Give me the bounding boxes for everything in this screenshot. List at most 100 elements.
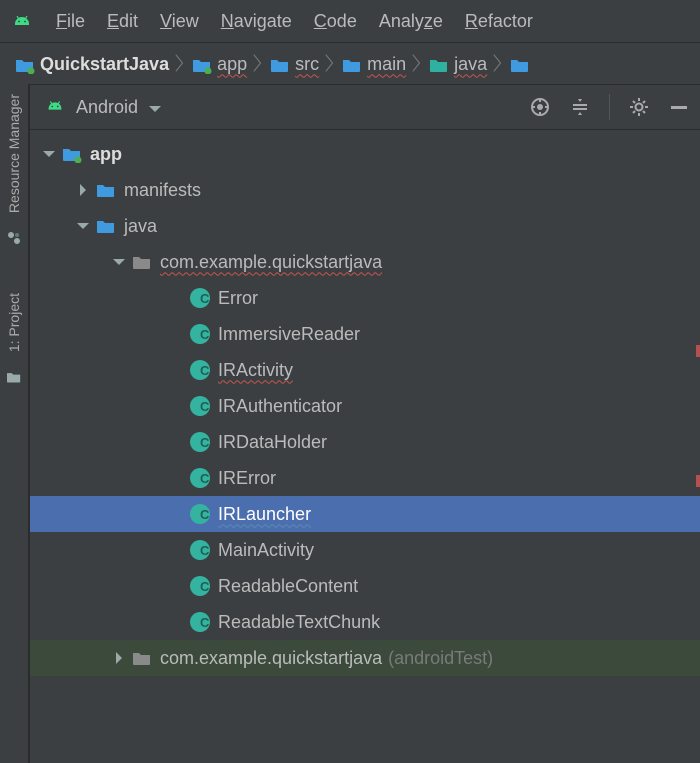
node-icon: C [190, 324, 210, 344]
gear-icon[interactable] [628, 96, 650, 118]
breadcrumb-item[interactable]: java [428, 54, 487, 75]
chevron-down-icon[interactable] [110, 253, 128, 271]
chevron-right-icon [412, 52, 422, 76]
error-stripe-mark[interactable] [696, 345, 700, 357]
class-icon: C [190, 432, 210, 452]
chevron-down-icon[interactable] [40, 145, 58, 163]
chevron-right-icon [493, 52, 503, 76]
menu-analyze[interactable]: Analyze [379, 11, 443, 32]
tool-window-resource-manager[interactable]: Resource Manager [6, 94, 22, 213]
node-icon: C [190, 504, 210, 524]
breadcrumb-item[interactable] [509, 56, 529, 72]
class-icon: C [190, 540, 210, 560]
menu-file[interactable]: File [56, 11, 85, 32]
breadcrumb-label: java [454, 54, 487, 75]
tree-node-class[interactable]: C IRDataHolder [30, 424, 700, 460]
node-icon: C [190, 360, 210, 380]
collapse-all-icon[interactable] [569, 96, 591, 118]
chevron-right-icon [175, 52, 185, 76]
node-icon [132, 252, 152, 272]
class-icon: C [190, 324, 210, 344]
node-label: com.example.quickstartjava [160, 252, 382, 273]
menu-code[interactable]: Code [314, 11, 357, 32]
tree-node-class[interactable]: C ImmersiveReader [30, 316, 700, 352]
class-icon: C [190, 288, 210, 308]
class-icon: C [190, 504, 210, 524]
select-opened-file-icon[interactable] [529, 96, 551, 118]
node-icon: C [190, 612, 210, 632]
tool-window-project[interactable]: 1: Project [6, 293, 22, 352]
breadcrumb-item[interactable]: src [269, 54, 319, 75]
class-icon: C [190, 468, 210, 488]
node-icon: C [190, 396, 210, 416]
tree-node-app[interactable]: app [30, 136, 700, 172]
breadcrumb-item[interactable]: QuickstartJava [14, 54, 169, 75]
class-icon: C [190, 576, 210, 596]
tree-node-class[interactable]: C IRLauncher [30, 496, 700, 532]
project-panel-header: Android [30, 85, 700, 130]
folder-icon [191, 56, 211, 72]
hide-icon[interactable] [668, 96, 690, 118]
tree-node-class[interactable]: C IRError [30, 460, 700, 496]
chevron-right-icon [253, 52, 263, 76]
main-menu-bar: File Edit View Navigate Code Analyze Ref… [0, 0, 700, 43]
node-label: IRAuthenticator [218, 396, 342, 417]
node-label: MainActivity [218, 540, 314, 561]
breadcrumb-label: QuickstartJava [40, 54, 169, 75]
folder-icon [14, 56, 34, 72]
error-stripe-mark[interactable] [696, 475, 700, 487]
node-label: manifests [124, 180, 201, 201]
tree-node-class[interactable]: C IRActivity [30, 352, 700, 388]
menu-edit[interactable]: Edit [107, 11, 138, 32]
tree-node-java[interactable]: java [30, 208, 700, 244]
tool-window-rail-left: Resource Manager 1: Project [0, 84, 29, 763]
node-label: ReadableContent [218, 576, 358, 597]
tree-node-class[interactable]: C Error [30, 280, 700, 316]
node-label: IRActivity [218, 360, 293, 381]
node-suffix: (androidTest) [388, 648, 493, 669]
node-label: java [124, 216, 157, 237]
node-icon: C [190, 576, 210, 596]
separator [609, 94, 610, 120]
view-mode-label[interactable]: Android [76, 97, 138, 118]
project-tree[interactable]: app manifests java com.example.quickstar… [30, 130, 700, 763]
tree-node-class[interactable]: C IRAuthenticator [30, 388, 700, 424]
android-view-icon [44, 97, 66, 118]
chevron-down-icon[interactable] [74, 217, 92, 235]
node-icon: C [190, 540, 210, 560]
node-icon: C [190, 432, 210, 452]
menu-navigate[interactable]: Navigate [221, 11, 292, 32]
tree-node-class[interactable]: C ReadableContent [30, 568, 700, 604]
class-icon: C [190, 360, 210, 380]
chevron-right-icon[interactable] [74, 181, 92, 199]
tree-node-package-androidtest[interactable]: com.example.quickstartjava (androidTest) [30, 640, 700, 676]
node-label: IRDataHolder [218, 432, 327, 453]
breadcrumb-label: main [367, 54, 406, 75]
folder-icon [509, 56, 529, 72]
project-tool-icon [5, 368, 23, 386]
breadcrumb-item[interactable]: main [341, 54, 406, 75]
breadcrumb-item[interactable]: app [191, 54, 247, 75]
tree-node-package[interactable]: com.example.quickstartjava [30, 244, 700, 280]
class-icon: C [190, 396, 210, 416]
menu-refactor[interactable]: Refactor [465, 11, 533, 32]
folder-icon [428, 56, 448, 72]
chevron-right-icon[interactable] [110, 649, 128, 667]
chevron-down-icon[interactable] [148, 100, 162, 114]
node-icon [132, 648, 152, 668]
android-studio-logo-icon [10, 14, 34, 28]
node-icon [62, 144, 82, 164]
breadcrumb-label: src [295, 54, 319, 75]
project-tool-window: Android [29, 84, 700, 763]
node-label: ImmersiveReader [218, 324, 360, 345]
tree-node-class[interactable]: C MainActivity [30, 532, 700, 568]
tree-node-class[interactable]: C ReadableTextChunk [30, 604, 700, 640]
node-icon: C [190, 288, 210, 308]
resource-manager-icon [5, 229, 23, 247]
folder-icon [269, 56, 289, 72]
menu-view[interactable]: View [160, 11, 199, 32]
node-label: IRLauncher [218, 504, 311, 525]
node-icon [96, 180, 116, 200]
navigation-bar: QuickstartJava app src main [0, 43, 700, 86]
tree-node-manifests[interactable]: manifests [30, 172, 700, 208]
